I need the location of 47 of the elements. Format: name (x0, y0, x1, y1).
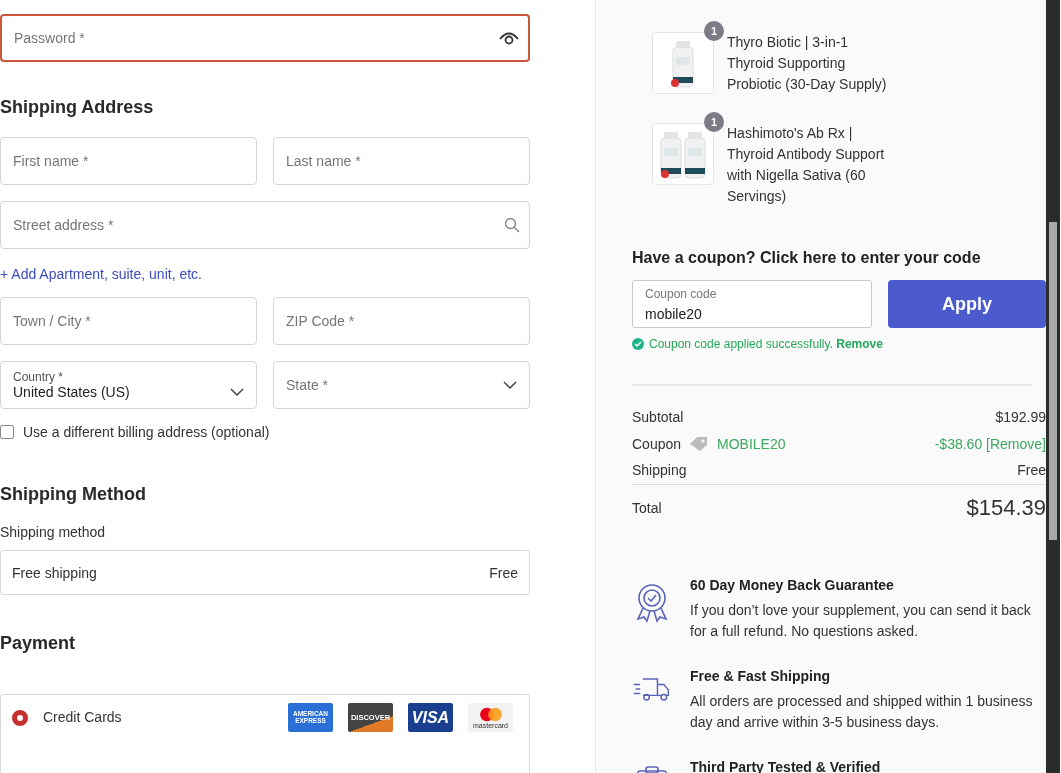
address-search-field[interactable]: Street address * (0, 201, 530, 249)
section-heading: Shipping Method (0, 484, 147, 505)
feature-title: 60 Day Money Back Guarantee (690, 576, 895, 593)
total-label: Coupon (632, 435, 682, 452)
product-name: Thyro Biotic | 3-in-1 Thyroid Supporting Probiotic (30-Day Supply) (727, 33, 888, 94)
total-amount: $192.99 (995, 409, 1046, 426)
password-field[interactable]: Password * (0, 14, 530, 62)
add-apartment-link[interactable]: + Add Apartment, suite, unit, etc. (0, 266, 202, 282)
scrollbar[interactable] (1046, 0, 1060, 773)
feature-text: If you don’t love your supplement, you can send it back for a full refund. No questions asked. (690, 600, 1032, 641)
total-label: Shipping (632, 462, 687, 479)
checkbox[interactable] (0, 425, 14, 439)
total-label: Subtotal (632, 409, 684, 426)
quantity-badge: 1 (704, 21, 724, 41)
payment-option-label[interactable]: Credit Cards (43, 709, 288, 725)
section-heading: Shipping Address (0, 97, 155, 118)
feature-text: All orders are processed and shipped within 1 business day and arrive within 3-5 business days. (690, 691, 1034, 732)
text-field[interactable]: First name * (0, 137, 257, 185)
quantity-badge: 1 (704, 112, 724, 132)
coupon-code: MOBILE20 (717, 435, 786, 452)
total-amount: $154.39 (966, 494, 1046, 521)
success-message: Coupon code applied successfully. Remove (649, 337, 883, 351)
feature-title: Free & Fast Shipping (690, 667, 831, 684)
section-heading: Payment (0, 633, 77, 654)
field-label: Coupon code (645, 287, 717, 301)
tag-icon (689, 435, 710, 452)
chevron-down-icon (230, 388, 244, 396)
total-amount: Free (1017, 462, 1046, 479)
apply-button[interactable]: Apply (888, 280, 1046, 328)
chevron-down-icon (503, 381, 517, 389)
field-label: Shipping method (0, 524, 107, 540)
coupon-heading[interactable]: Have a coupon? Click here to enter your code (632, 249, 1046, 267)
search-icon (504, 217, 520, 233)
eye-icon[interactable] (498, 30, 520, 46)
checkbox-label: Use a different billing address (optional) (23, 424, 270, 440)
text-field[interactable]: ZIP Code * (273, 297, 530, 345)
select-field[interactable]: Country * United States (US) (0, 361, 257, 409)
product-name: Hashimoto's Ab Rx | Thyroid Antibody Support with Nigella Sativa (60 Servings) (727, 124, 886, 206)
text-field[interactable]: Last name * (273, 137, 530, 185)
total-label: Total (632, 499, 662, 516)
text-field[interactable]: Town / City * (0, 297, 257, 345)
ribbon-badge-icon (634, 582, 670, 623)
shipping-option[interactable]: Free shipping Free (0, 550, 530, 595)
radio-button[interactable] (12, 710, 28, 726)
visa-logo: VISA (408, 703, 453, 732)
check-circle-icon (632, 338, 644, 350)
select-field[interactable]: State * (273, 361, 530, 409)
